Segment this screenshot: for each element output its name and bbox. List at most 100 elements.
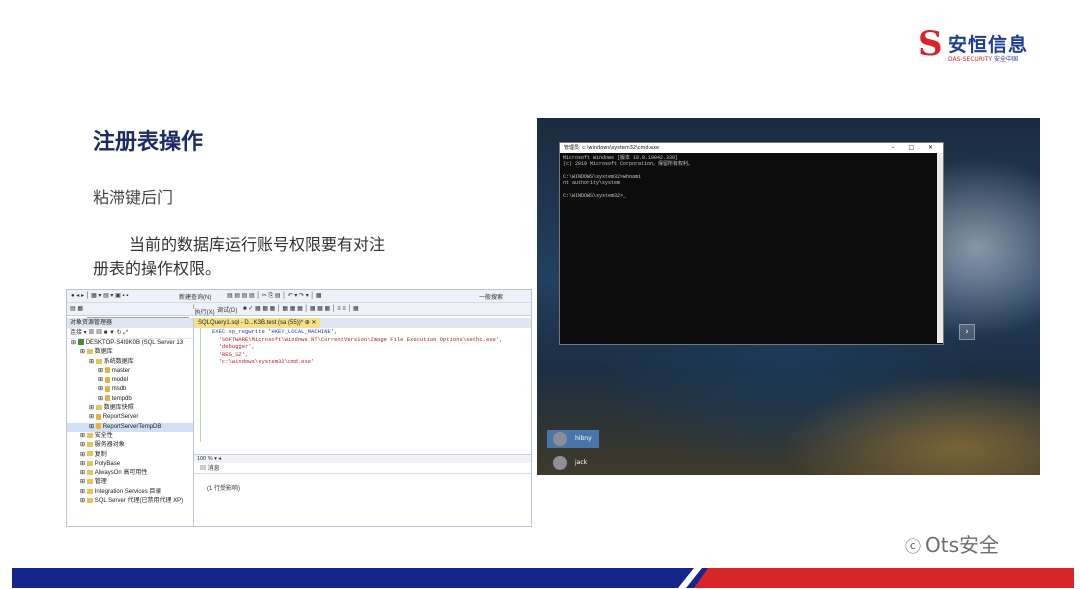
server-icon [77,339,84,346]
tab-sqlquery1[interactable]: SQLQuery1.sql - D...K3B.test (sa (55))* … [194,318,321,328]
expand-icon[interactable]: ⊞ [98,396,105,402]
tree-node-label: DESKTOP-S4I9K0B (SQL Server 13 [85,340,184,346]
tree-node[interactable]: ⊞ 数据库快照 [67,404,193,413]
tree-node[interactable]: ⊞ 服务器对象 [67,441,193,450]
expand-icon[interactable]: ⊞ [89,414,96,420]
tree-node-label: model [111,377,129,384]
tree-node[interactable]: ⊞ SQL Server 代理(已禁用代理 XP) [67,497,193,506]
tree-node[interactable]: ⊞ AlwaysOn 高可用性 [67,469,193,478]
database-icon [104,376,110,383]
tree-node[interactable]: ⊞ ReportServerTempDB [67,422,193,432]
expand-icon[interactable]: ⊞ [98,368,105,374]
submit-arrow-icon[interactable]: › [959,324,975,340]
ssms-query-toolbar: ▤ ▦ test ! 执行(X) 调试(D) ■ ✓ ▦ ▦ ▦ │ ▦ ▦ ▦… [67,303,531,326]
object-explorer: 对象资源管理器 连接 ▾ ▦ ▦ ■ ▼ ↻ ⤢ ⊞ DESKTOP-S4I9K… [67,318,194,526]
login-screen-screenshot: 管理员: c:\windows\system32\cmd.exe – □ ✕ M… [537,118,1040,475]
tree-node[interactable]: ⊞ 复制 [67,451,193,460]
ssms-toolbar: ● ◂ ▸ │ ▦ ▾ ▤ ▾ ▣ ▪ ▪ 新建查询(N) ▤ ▤ ▤ ▤ │ … [67,290,531,303]
cmd-title: 管理员: c:\windows\system32\cmd.exe [564,145,660,151]
execute-button[interactable]: ! 执行(X) [193,305,215,316]
zoom-level[interactable]: 100 % ▾ ◂ [194,454,531,463]
avatar [553,432,567,446]
tree-node-label: SQL Server 代理(已禁用代理 XP) [94,498,184,505]
expand-icon[interactable]: ⊞ [89,424,96,430]
database-icon [95,423,101,430]
query-code: EXEC xp_regwrite 'HKEY_LOCAL_MACHINE', '… [212,328,531,366]
tree-node[interactable]: ⊞ 系统数据库 [67,358,193,367]
expand-icon[interactable]: ⊞ [80,479,87,485]
tree-node[interactable]: ⊞ tempdb [67,395,193,404]
tree-node-label: master [111,367,131,374]
user-tile-jack[interactable]: jack [547,454,599,472]
cmd-line: C:\WINDOWS\system32>_ [563,192,627,199]
folder-icon [86,470,93,476]
toolbar-icons-2: ▤ ▤ ▤ ▤ │ ✂ ⎘ ▤ │ ↶ ▾ ↷ ▾ │ ▦ [227,293,322,299]
user-name: jack [575,459,588,466]
tree-node[interactable]: ⊞ 管理 [67,478,193,487]
connect-button[interactable]: 连接 [70,330,82,336]
tree-node[interactable]: ⊞ msdb [67,385,193,394]
tree-node[interactable]: ⊞ DESKTOP-S4I9K0B (SQL Server 13 [67,339,193,348]
debug-button[interactable]: 调试(D) [217,305,237,314]
toolbar-icons: ● ◂ ▸ │ ▦ ▾ ▤ ▾ ▣ ▪ ▪ [71,293,129,299]
cmd-titlebar[interactable]: 管理员: c:\windows\system32\cmd.exe – □ ✕ [560,143,943,153]
tree-node[interactable]: ⊞ Integration Services 目录 [67,488,193,497]
tree-node[interactable]: ⊞ model [67,376,193,385]
expand-icon[interactable]: ⊞ [80,470,87,476]
expand-icon[interactable]: ⊞ [80,452,87,458]
avatar [553,456,567,470]
folder-icon [95,405,102,410]
database-icon [104,367,110,374]
slide-title: 注册表操作 [93,130,204,155]
expand-icon[interactable]: ⊞ [71,340,78,346]
expand-icon[interactable]: ⊞ [98,377,105,383]
tree-node[interactable]: ⊞ 数据库 [67,348,193,357]
expand-icon[interactable]: ⊞ [80,489,87,495]
expand-icon[interactable]: ⊞ [80,349,87,355]
cmd-window[interactable]: 管理员: c:\windows\system32\cmd.exe – □ ✕ M… [559,142,944,345]
cmd-scrollbar[interactable] [937,153,943,343]
tree-node-label: 安全性 [94,432,113,439]
expand-icon[interactable]: ⊞ [98,386,105,392]
tree-node[interactable]: ⊞ master [67,367,193,376]
expand-icon[interactable]: ⊞ [89,359,96,365]
object-explorer-tree: ⊞ DESKTOP-S4I9K0B (SQL Server 13 ⊞ 数据库 ⊞ 系… [67,339,193,506]
new-query-button[interactable]: 新建查询(N) [179,292,211,301]
user-name: hibny [575,435,592,442]
expand-icon[interactable]: ⊞ [80,442,87,448]
folder-icon [86,442,93,448]
folder-icon [86,460,93,466]
folder-icon [86,349,93,355]
window-controls[interactable]: – □ ✕ [891,143,939,153]
tree-node[interactable]: ⊞ ReportServer [67,413,193,422]
folder-icon [95,358,102,364]
code-line: 'debugger', [212,343,255,350]
tree-node[interactable]: ⊞ PolyBase [67,460,193,469]
tab-messages[interactable]: ▤ 消息 [194,464,531,474]
toolbar-search[interactable]: 一般搜索 [479,292,503,301]
tree-node-label: PolyBase [94,460,121,467]
user-tile-hibny[interactable]: hibny [547,430,599,448]
footer-band-accent [694,568,1074,588]
logo-mark-icon: S [918,24,943,64]
cmd-output: Microsoft Windows [版本 10.0.19042.330] (c)… [560,153,943,201]
code-line: 'SOFTWARE\Microsoft\Windows NT\CurrentVe… [212,335,503,343]
expand-icon[interactable]: ⊞ [80,461,87,467]
folder-icon [86,497,93,503]
expand-icon[interactable]: ⊞ [80,498,87,504]
expand-icon[interactable]: ⊞ [80,433,87,439]
document-tabs: SQLQuery1.sql - D...K3B.test (sa (55))* … [194,318,531,328]
expand-icon[interactable]: ⊞ [89,405,96,411]
folder-icon [86,432,93,438]
footer-band [12,568,1074,588]
logo-text: 安恒信息 [948,34,1029,56]
slide-subtitle: 粘滞键后门 [93,188,174,207]
ssms-screenshot: ● ◂ ▸ │ ▦ ▾ ▤ ▾ ▣ ▪ ▪ 新建查询(N) ▤ ▤ ▤ ▤ │ … [66,289,532,527]
tree-node[interactable]: ⊞ 安全性 [67,432,193,441]
tree-node-label: msdb [111,386,127,393]
slide-description: 当前的数据库运行账号权限要有对注册表的操作权限。 [93,235,386,278]
query-editor[interactable]: EXEC xp_regwrite 'HKEY_LOCAL_MACHINE', '… [194,328,531,442]
tree-node-label: 管理 [94,479,107,486]
object-explorer-title: 对象资源管理器 [67,318,193,328]
code-line: 'c:\windows\system32\cmd.exe' [212,358,315,365]
